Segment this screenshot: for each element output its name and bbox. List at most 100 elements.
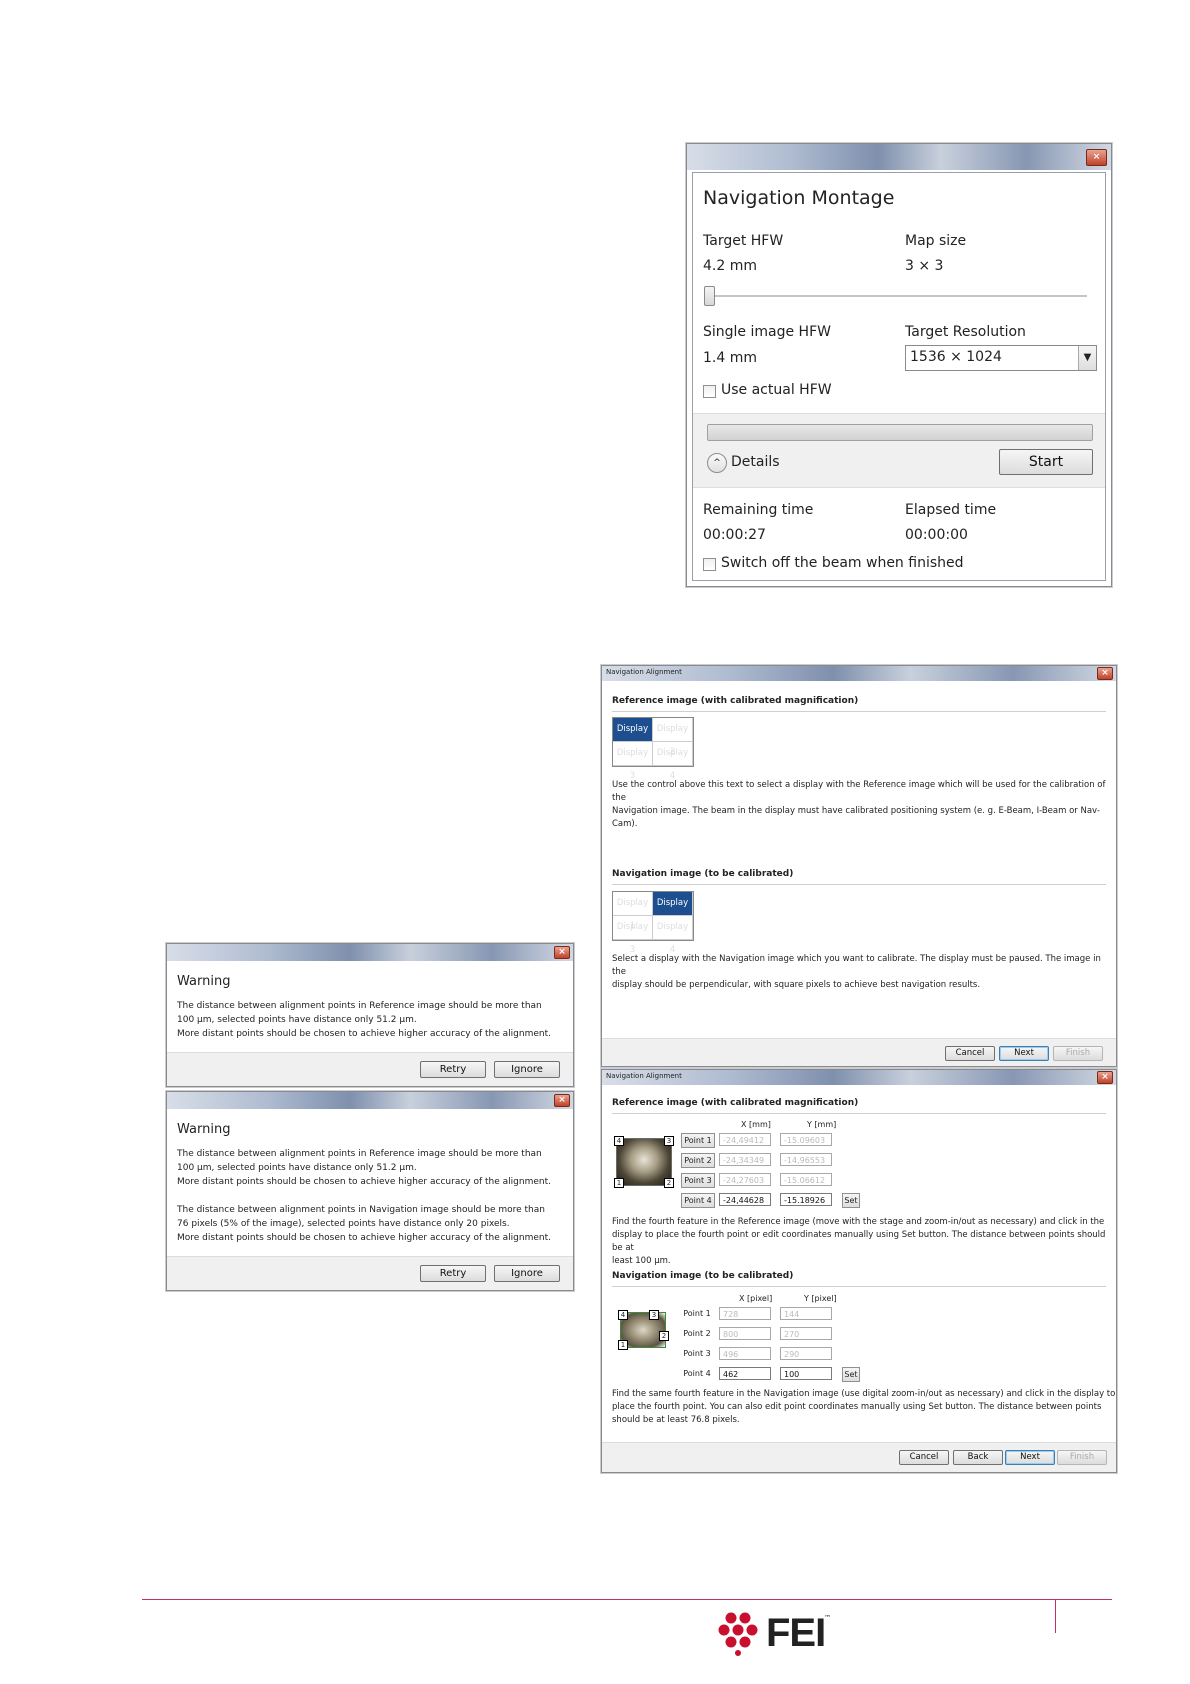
progress-bar (707, 424, 1093, 441)
ref-point-4-x[interactable]: -24,44628 (719, 1193, 771, 1206)
navigation-display-3[interactable]: Display 3 (613, 916, 653, 955)
nav-point-4-y[interactable]: 100 (780, 1367, 832, 1380)
ref-point-2-x[interactable]: -24,34349 (719, 1153, 771, 1166)
nav-x-header: X [pixel] (739, 1294, 773, 1303)
navigation-display-2[interactable]: Display 2 (653, 892, 693, 931)
reference-display-1[interactable]: Display 1 (613, 718, 653, 757)
ref-point-1-y[interactable]: -15.09603 (780, 1133, 832, 1146)
marker-3[interactable]: 3 (664, 1136, 674, 1146)
ref-point-4-button[interactable]: Point 4 (681, 1193, 715, 1208)
map-size-value: 3 × 3 (905, 258, 944, 274)
ref-point-3-y[interactable]: -15.06612 (780, 1173, 832, 1186)
progress-area: ^ Details Start (693, 413, 1105, 488)
warning-message: The distance between alignment points in… (177, 1001, 551, 1039)
reference-thumbnail[interactable]: 4 3 1 2 (614, 1136, 674, 1188)
nav-point-3-y[interactable]: 290 (780, 1347, 832, 1360)
elapsed-time-value: 00:00:00 (905, 527, 968, 543)
nav-point-2-x[interactable]: 800 (719, 1327, 771, 1340)
nav-point-1-x[interactable]: 728 (719, 1307, 771, 1320)
warning-title: Warning (177, 1122, 231, 1137)
marker-1[interactable]: 1 (614, 1178, 624, 1188)
divider (612, 711, 1106, 712)
divider (612, 1113, 1106, 1114)
finish-button[interactable]: Finish (1053, 1046, 1103, 1061)
reference-display-3[interactable]: Display 3 (613, 742, 653, 781)
nav-point-1-label: Point 1 (683, 1309, 711, 1318)
marker-4[interactable]: 4 (614, 1136, 624, 1146)
navigation-alignment-window-1: Navigation Alignment × Reference image (… (601, 665, 1117, 1067)
next-button[interactable]: Next (1005, 1450, 1055, 1465)
close-icon[interactable]: × (554, 946, 570, 959)
nav-point-3-x[interactable]: 496 (719, 1347, 771, 1360)
nav-point-4-label: Point 4 (683, 1369, 711, 1378)
target-resolution-select[interactable]: 1536 × 1024 ▼ (905, 345, 1097, 371)
retry-button[interactable]: Retry (420, 1061, 486, 1078)
details-toggle[interactable]: ^ (707, 453, 727, 473)
details-label[interactable]: Details (731, 454, 780, 470)
switch-off-beam-checkbox[interactable] (703, 558, 716, 571)
cancel-button[interactable]: Cancel (899, 1450, 949, 1465)
hfw-slider-track[interactable] (707, 295, 1087, 297)
nav-point-2-y[interactable]: 270 (780, 1327, 832, 1340)
reference-display-4[interactable]: Display 4 (653, 742, 693, 781)
navigation-help-text: Select a display with the Navigation ima… (612, 954, 1101, 990)
title-bar[interactable] (167, 944, 573, 961)
ref-set-button[interactable]: Set (842, 1193, 860, 1208)
ref-point-4-y[interactable]: -15.18926 (780, 1193, 832, 1206)
close-icon[interactable]: × (1097, 667, 1113, 680)
cancel-button[interactable]: Cancel (945, 1046, 995, 1061)
navigation-display-1[interactable]: Display 1 (613, 892, 653, 931)
single-hfw-label: Single image HFW (703, 324, 831, 340)
navigation-thumbnail[interactable]: 4 3 1 2 (618, 1310, 669, 1350)
hfw-slider-thumb[interactable] (704, 286, 715, 306)
divider (612, 884, 1106, 885)
warning-title: Warning (177, 974, 231, 989)
marker-2[interactable]: 2 (659, 1331, 669, 1341)
ref-point-3-button[interactable]: Point 3 (681, 1173, 715, 1188)
nav-point-2-label: Point 2 (683, 1329, 711, 1338)
marker-4[interactable]: 4 (618, 1310, 628, 1320)
footer-tick (1055, 1599, 1056, 1633)
title-bar[interactable] (687, 144, 1111, 170)
navigation-display-picker[interactable]: Display 1 Display 2 Display 3 Display 4 (612, 891, 694, 955)
ref-point-2-y[interactable]: -14,96553 (780, 1153, 832, 1166)
marker-1[interactable]: 1 (618, 1340, 628, 1350)
ref-point-1-x[interactable]: -24,49412 (719, 1133, 771, 1146)
window-title: Navigation Alignment (606, 668, 682, 676)
remaining-time-value: 00:00:27 (703, 527, 766, 543)
fei-logo-text: FEI (766, 1611, 826, 1655)
retry-button[interactable]: Retry (420, 1265, 486, 1282)
finish-button[interactable]: Finish (1057, 1450, 1107, 1465)
marker-2[interactable]: 2 (664, 1178, 674, 1188)
chevron-down-icon[interactable]: ▼ (1078, 346, 1096, 370)
nav-point-4-x[interactable]: 462 (719, 1367, 771, 1380)
ignore-button[interactable]: Ignore (494, 1061, 560, 1078)
ref-x-header: X [mm] (741, 1120, 771, 1129)
close-icon[interactable]: × (1097, 1071, 1113, 1084)
back-button[interactable]: Back (953, 1450, 1003, 1465)
elapsed-time-label: Elapsed time (905, 502, 997, 518)
use-actual-hfw-checkbox[interactable] (703, 385, 716, 398)
marker-3[interactable]: 3 (649, 1310, 659, 1320)
navigation-display-4[interactable]: Display 4 (653, 916, 693, 955)
nav-point-1-y[interactable]: 144 (780, 1307, 832, 1320)
target-resolution-label: Target Resolution (905, 324, 1026, 340)
reference-display-2[interactable]: Display 2 (653, 718, 693, 757)
navigation-help-text: Find the same fourth feature in the Navi… (612, 1389, 1116, 1425)
footer-line (142, 1599, 1112, 1600)
warning-message: The distance between alignment points in… (177, 1149, 551, 1243)
nav-set-button[interactable]: Set (842, 1367, 860, 1382)
next-button[interactable]: Next (999, 1046, 1049, 1061)
ref-point-3-x[interactable]: -24,27603 (719, 1173, 771, 1186)
switch-off-beam-label: Switch off the beam when finished (721, 555, 964, 571)
nav-y-header: Y [pixel] (804, 1294, 837, 1303)
ref-point-2-button[interactable]: Point 2 (681, 1153, 715, 1168)
close-icon[interactable]: × (1086, 149, 1107, 166)
montage-panel: Navigation Montage Target HFW 4.2 mm Map… (692, 172, 1106, 581)
ignore-button[interactable]: Ignore (494, 1265, 560, 1282)
title-bar[interactable] (167, 1092, 573, 1109)
ref-point-1-button[interactable]: Point 1 (681, 1133, 715, 1148)
reference-display-picker[interactable]: Display 1 Display 2 Display 3 Display 4 (612, 717, 694, 781)
start-button[interactable]: Start (999, 449, 1093, 475)
close-icon[interactable]: × (554, 1094, 570, 1107)
